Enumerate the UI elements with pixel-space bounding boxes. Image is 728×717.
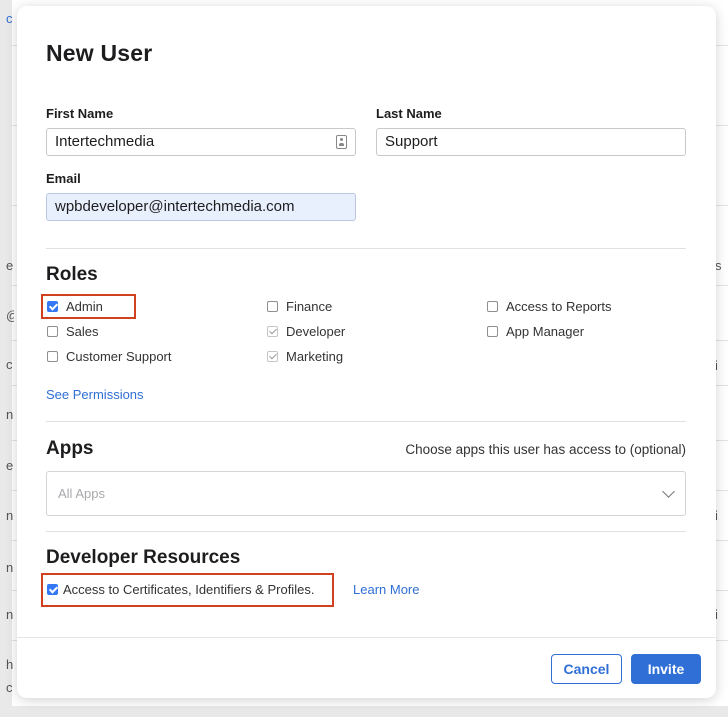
- section-divider: [46, 248, 686, 249]
- checkbox-disabled-checked: [267, 350, 278, 362]
- role-label: Customer Support: [66, 348, 172, 364]
- background-text-fragment: i: [715, 508, 718, 523]
- section-divider: [46, 421, 686, 422]
- role-label: Access to Reports: [506, 298, 612, 314]
- last-name-label: Last Name: [376, 106, 442, 121]
- role-label: Finance: [286, 298, 333, 314]
- first-name-input[interactable]: Intertechmedia: [46, 128, 356, 156]
- certificates-access-checkbox[interactable]: Access to Certificates, Identifiers & Pr…: [47, 580, 314, 598]
- apps-select-placeholder: All Apps: [58, 486, 105, 501]
- new-user-dialog: New User First Name Intertechmedia Last …: [17, 6, 716, 698]
- role-checkbox-marketing: Marketing: [267, 347, 343, 365]
- developer-resources-heading: Developer Resources: [46, 547, 241, 568]
- background-text-fragment: e: [6, 258, 14, 273]
- background-text-fragment: c: [6, 680, 13, 695]
- first-name-label: First Name: [46, 106, 114, 121]
- background-text-fragment: n: [6, 407, 14, 422]
- cancel-button[interactable]: Cancel: [551, 654, 622, 684]
- background-text-fragment: h: [6, 657, 14, 672]
- checkbox-checked[interactable]: [47, 300, 58, 312]
- role-label: Sales: [66, 323, 99, 339]
- email-label: Email: [46, 171, 81, 186]
- apps-select[interactable]: All Apps: [46, 471, 686, 516]
- background-text-fragment: i: [715, 607, 718, 622]
- certificates-access-label: Access to Certificates, Identifiers & Pr…: [63, 581, 315, 597]
- first-name-value: Intertechmedia: [55, 133, 155, 150]
- background-text-fragment: n: [6, 607, 14, 622]
- role-checkbox-developer: Developer: [267, 322, 345, 340]
- chevron-down-icon[interactable]: [662, 485, 675, 498]
- dialog-title: New User: [46, 40, 153, 66]
- background-text-fragment: @: [6, 308, 14, 323]
- background-text-fragment: c: [6, 11, 13, 26]
- background-text-fragment: c: [6, 357, 13, 372]
- see-permissions-link[interactable]: See Permissions: [46, 387, 144, 402]
- invite-button[interactable]: Invite: [631, 654, 701, 684]
- checkbox-checked[interactable]: [47, 583, 58, 595]
- role-label: Marketing: [286, 348, 344, 364]
- role-checkbox-access-to-reports[interactable]: Access to Reports: [487, 297, 612, 315]
- background-text-fragment: n: [6, 560, 14, 575]
- background-text-fragment: e: [6, 458, 14, 473]
- role-label: App Manager: [506, 323, 585, 339]
- background-text-fragment: i: [715, 358, 718, 373]
- checkbox[interactable]: [267, 300, 278, 312]
- last-name-input[interactable]: Support: [376, 128, 686, 156]
- checkbox[interactable]: [47, 325, 58, 337]
- email-value: wpbdeveloper@intertechmedia.com: [55, 198, 295, 215]
- background-text-fragment: s: [715, 258, 722, 273]
- learn-more-link[interactable]: Learn More: [353, 582, 419, 597]
- role-checkbox-app-manager[interactable]: App Manager: [487, 322, 584, 340]
- apps-heading: Apps: [46, 438, 94, 459]
- roles-heading: Roles: [46, 264, 98, 285]
- footer-divider: [17, 637, 716, 638]
- checkbox[interactable]: [487, 325, 498, 337]
- role-label: Admin: [66, 298, 103, 314]
- checkbox[interactable]: [47, 350, 58, 362]
- section-divider: [46, 531, 686, 532]
- role-label: Developer: [286, 323, 346, 339]
- checkbox-disabled-checked: [267, 325, 278, 337]
- role-checkbox-customer-support[interactable]: Customer Support: [47, 347, 172, 365]
- checkbox[interactable]: [487, 300, 498, 312]
- role-checkbox-sales[interactable]: Sales: [47, 322, 99, 340]
- email-input[interactable]: wpbdeveloper@intertechmedia.com: [46, 193, 356, 221]
- background-text-fragment: n: [6, 508, 14, 523]
- role-checkbox-finance[interactable]: Finance: [267, 297, 332, 315]
- last-name-value: Support: [385, 133, 438, 150]
- role-checkbox-admin[interactable]: Admin: [47, 297, 103, 315]
- contact-card-icon[interactable]: [336, 135, 347, 149]
- apps-hint: Choose apps this user has access to (opt…: [405, 442, 686, 457]
